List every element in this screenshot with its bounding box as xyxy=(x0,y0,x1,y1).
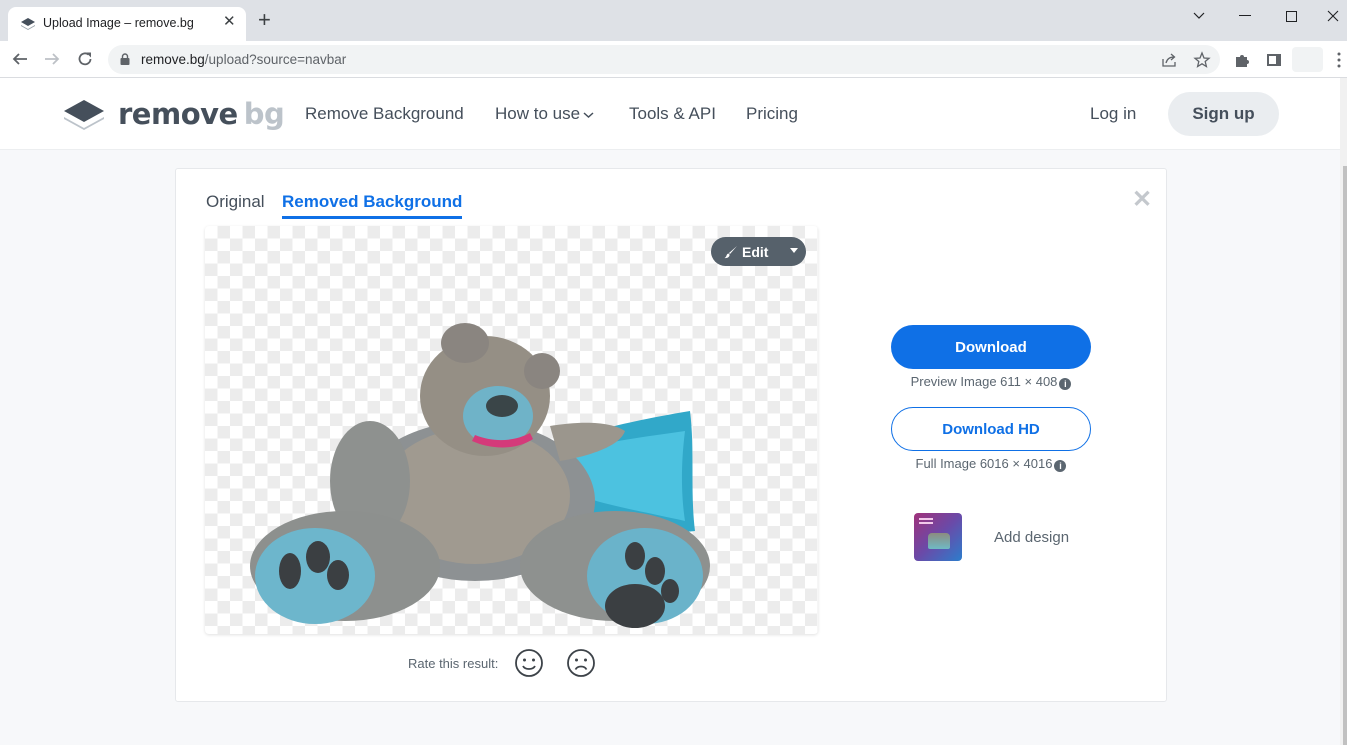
tab-title: Upload Image – remove.bg xyxy=(43,16,194,30)
edit-label: Edit xyxy=(742,243,769,260)
download-hd-button[interactable]: Download HD xyxy=(891,407,1091,451)
browser-toolbar: remove.bg/upload?source=navbar xyxy=(0,41,1347,78)
address-bar[interactable]: remove.bg/upload?source=navbar xyxy=(108,45,1220,74)
new-tab-icon[interactable]: + xyxy=(258,9,271,31)
close-icon[interactable]: ✕ xyxy=(1132,185,1152,214)
browser-tab-strip: Upload Image – remove.bg ✕ + xyxy=(0,0,1347,41)
download-button[interactable]: Download xyxy=(891,325,1091,369)
logo-text: remove bg xyxy=(118,97,285,131)
profile-avatar[interactable] xyxy=(1292,47,1323,72)
site-header: remove bg Remove Background How to use To… xyxy=(0,78,1340,150)
preview-image-info: Preview Image 611 × 408 i xyxy=(891,374,1091,390)
scrollbar-thumb[interactable] xyxy=(1343,166,1347,745)
close-window-icon[interactable] xyxy=(1318,4,1347,28)
rating-row: Rate this result: xyxy=(408,648,596,678)
login-link[interactable]: Log in xyxy=(1090,104,1136,124)
add-design-button[interactable]: Add design xyxy=(914,513,1069,561)
add-design-label: Add design xyxy=(994,528,1070,546)
browser-tab[interactable]: Upload Image – remove.bg ✕ xyxy=(8,7,246,41)
tab-close-icon[interactable]: ✕ xyxy=(223,12,236,30)
kebab-menu-icon[interactable] xyxy=(1330,51,1347,69)
logo-layers-icon xyxy=(64,100,104,130)
full-image-info: Full Image 6016 × 4016 i xyxy=(891,456,1091,472)
reload-icon[interactable] xyxy=(75,49,95,69)
design-templates-thumbnail xyxy=(914,513,986,561)
edit-dropdown-caret-icon[interactable] xyxy=(790,248,798,253)
result-image-canvas: Edit xyxy=(205,226,818,634)
chevron-down-icon xyxy=(583,112,594,119)
minimize-icon[interactable] xyxy=(1230,4,1260,28)
info-icon[interactable]: i xyxy=(1059,378,1072,390)
back-arrow-icon[interactable] xyxy=(10,49,30,69)
edit-button[interactable]: Edit xyxy=(711,237,806,266)
forward-arrow-icon[interactable] xyxy=(42,49,62,69)
nav-how-to-use[interactable]: How to use xyxy=(495,104,594,124)
share-icon[interactable] xyxy=(1160,51,1178,69)
smiley-happy-icon[interactable] xyxy=(514,648,544,678)
lock-icon xyxy=(120,53,130,65)
smiley-sad-icon[interactable] xyxy=(566,648,596,678)
signup-button[interactable]: Sign up xyxy=(1168,92,1279,136)
teddy-bear-image xyxy=(250,323,710,628)
tab-search-chevron-icon[interactable] xyxy=(1184,4,1214,28)
tab-removed-background[interactable]: Removed Background xyxy=(282,192,463,219)
brush-icon xyxy=(724,245,737,258)
side-panel-icon[interactable] xyxy=(1265,51,1283,69)
nav-tools-api[interactable]: Tools & API xyxy=(629,104,716,124)
url-text[interactable]: remove.bg/upload?source=navbar xyxy=(141,52,346,67)
result-card: Original Removed Background ✕ Edit Rate … xyxy=(175,168,1167,702)
nav-remove-background[interactable]: Remove Background xyxy=(305,104,464,124)
removebg-favicon-icon xyxy=(21,18,35,30)
extensions-puzzle-icon[interactable] xyxy=(1233,51,1251,69)
tab-original[interactable]: Original xyxy=(206,192,265,212)
bookmark-star-icon[interactable] xyxy=(1193,51,1211,69)
rate-label: Rate this result: xyxy=(408,655,499,671)
removebg-logo[interactable]: remove bg xyxy=(62,97,285,131)
nav-pricing[interactable]: Pricing xyxy=(746,104,798,124)
maximize-icon[interactable] xyxy=(1276,4,1306,28)
info-icon[interactable]: i xyxy=(1054,460,1067,472)
